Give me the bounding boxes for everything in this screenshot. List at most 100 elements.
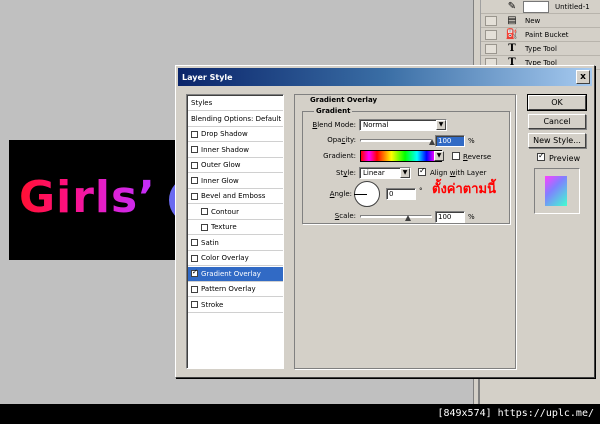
- angle-label: Angle:: [329, 190, 352, 198]
- style-checkbox[interactable]: [191, 268, 198, 277]
- style-value: Linear: [363, 169, 385, 177]
- status-text: [849x574] https://uplc.me/: [437, 408, 594, 419]
- style-list-label: Satin: [201, 238, 219, 247]
- style-checkbox[interactable]: [191, 254, 198, 262]
- history-item-label: Paint Bucket: [525, 30, 569, 39]
- type-tool-icon: T: [508, 43, 516, 54]
- opacity-input[interactable]: 100: [435, 135, 465, 147]
- style-list-label: Color Overlay: [201, 254, 249, 262]
- style-list-item[interactable]: Satin: [188, 236, 283, 251]
- style-list-label: Drop Shadow: [201, 130, 248, 138]
- dialog-titlebar[interactable]: Layer Style x: [178, 68, 592, 86]
- style-list-label: Blending Options: Default: [191, 114, 282, 123]
- blend-mode-label: Blend Mode:: [312, 121, 356, 129]
- history-state-box[interactable]: [485, 29, 497, 40]
- style-list-item[interactable]: Texture: [188, 220, 283, 235]
- subgroup-title: Gradient: [314, 107, 353, 115]
- chevron-down-icon: ▼: [400, 168, 410, 178]
- style-list-label: Pattern Overlay: [201, 285, 256, 293]
- cancel-button[interactable]: Cancel: [528, 114, 586, 129]
- style-list-label: Bevel and Emboss: [201, 192, 266, 200]
- history-state-box[interactable]: [485, 43, 497, 54]
- angle-indicator: [354, 194, 367, 195]
- gradient-picker[interactable]: [360, 150, 442, 162]
- document-canvas[interactable]: Girls’: [9, 140, 184, 260]
- style-list-label: Inner Shadow: [201, 145, 249, 154]
- style-list-item[interactable]: Stroke: [188, 298, 283, 313]
- scale-slider-thumb[interactable]: [405, 215, 411, 221]
- style-checkbox[interactable]: [191, 301, 198, 308]
- annotation-text: ตั้งค่าตามนี้: [432, 182, 496, 197]
- style-list-label: Stroke: [201, 300, 224, 309]
- style-list-item[interactable]: Color Overlay: [188, 251, 283, 266]
- history-item-label: New: [525, 16, 541, 25]
- style-list-label: Outer Glow: [201, 161, 241, 169]
- opacity-unit: %: [468, 137, 475, 145]
- history-item-paint-bucket[interactable]: ⛽ Paint Bucket: [481, 28, 600, 42]
- align-with-layer-label: Align with Layer: [430, 169, 487, 177]
- style-list-label: Gradient Overlay: [201, 269, 261, 278]
- angle-input[interactable]: 0: [386, 188, 416, 200]
- blend-mode-value: Normal: [363, 121, 389, 129]
- style-list-label: Contour: [211, 207, 239, 216]
- align-with-layer-checkbox[interactable]: [418, 166, 426, 176]
- history-panel: ✎ Untitled-1 ▤ New ⛽ Paint Bucket T Type…: [480, 0, 600, 72]
- scale-unit: %: [468, 213, 475, 221]
- status-bar: [849x574] https://uplc.me/: [0, 404, 600, 424]
- ok-button[interactable]: OK: [527, 94, 587, 111]
- style-list-label: Styles: [191, 99, 213, 107]
- history-brush-icon: ✎: [507, 1, 517, 12]
- scale-label: Scale:: [334, 212, 356, 220]
- preview-label: Preview: [549, 154, 581, 163]
- layer-style-dialog: Layer Style x Styles Blending Options: De…: [175, 65, 595, 378]
- new-style-button[interactable]: New Style...: [528, 133, 586, 148]
- style-checkbox[interactable]: [191, 285, 198, 293]
- opacity-slider-track[interactable]: [360, 139, 432, 142]
- style-list-item[interactable]: Gradient Overlay: [188, 266, 283, 282]
- preview-checkbox[interactable]: [537, 151, 545, 161]
- style-checkbox[interactable]: [191, 192, 198, 200]
- canvas-text-layer: Girls’: [19, 172, 156, 223]
- style-list-item[interactable]: Inner Glow: [188, 174, 283, 189]
- style-list-item[interactable]: Bevel and Emboss: [188, 189, 283, 204]
- style-checkbox[interactable]: [191, 239, 198, 246]
- style-list-item[interactable]: Drop Shadow: [188, 127, 283, 142]
- style-list-item[interactable]: Inner Shadow: [188, 143, 283, 158]
- style-checkbox[interactable]: [191, 146, 198, 153]
- style-list-label: Inner Glow: [201, 176, 239, 185]
- chevron-down-icon[interactable]: ▼: [434, 151, 444, 161]
- new-document-icon: ▤: [507, 15, 517, 26]
- close-button[interactable]: x: [576, 70, 590, 84]
- scale-input[interactable]: 100: [435, 211, 465, 223]
- style-list-label: Texture: [211, 223, 237, 231]
- history-item-new[interactable]: ▤ New: [481, 14, 600, 28]
- style-checkbox[interactable]: [191, 161, 198, 169]
- chevron-down-icon: ▼: [436, 120, 446, 130]
- scale-slider-track[interactable]: [360, 215, 432, 218]
- style-label: Style:: [336, 169, 356, 177]
- style-select[interactable]: Linear ▼: [359, 167, 411, 179]
- style-list-item[interactable]: Blending Options: Default: [188, 112, 283, 127]
- history-item-label: Type Tool: [525, 44, 557, 53]
- preview-swatch: [545, 176, 567, 206]
- style-checkbox[interactable]: [191, 130, 198, 138]
- reverse-label: Reverse: [463, 153, 492, 161]
- style-list-item[interactable]: Outer Glow: [188, 158, 283, 173]
- style-checkbox[interactable]: [201, 208, 208, 215]
- angle-unit: °: [419, 187, 423, 195]
- gradient-label: Gradient:: [323, 152, 356, 160]
- history-state-box[interactable]: [485, 15, 497, 26]
- styles-list: Styles Blending Options: Default Drop Shad…: [186, 94, 284, 369]
- history-item-label: Untitled-1: [555, 2, 590, 11]
- style-list-item[interactable]: Pattern Overlay: [188, 282, 283, 297]
- reverse-checkbox[interactable]: [452, 152, 460, 160]
- style-checkbox[interactable]: [201, 223, 208, 231]
- document-thumbnail: [523, 0, 549, 13]
- history-item-type-tool[interactable]: T Type Tool: [481, 42, 600, 56]
- blend-mode-select[interactable]: Normal ▼: [359, 119, 447, 131]
- style-list-item[interactable]: Styles: [188, 96, 283, 111]
- style-checkbox[interactable]: [191, 177, 198, 184]
- history-item-snapshot[interactable]: ✎ Untitled-1: [481, 0, 600, 14]
- style-list-item[interactable]: Contour: [188, 205, 283, 220]
- opacity-label: Opacity:: [327, 136, 356, 144]
